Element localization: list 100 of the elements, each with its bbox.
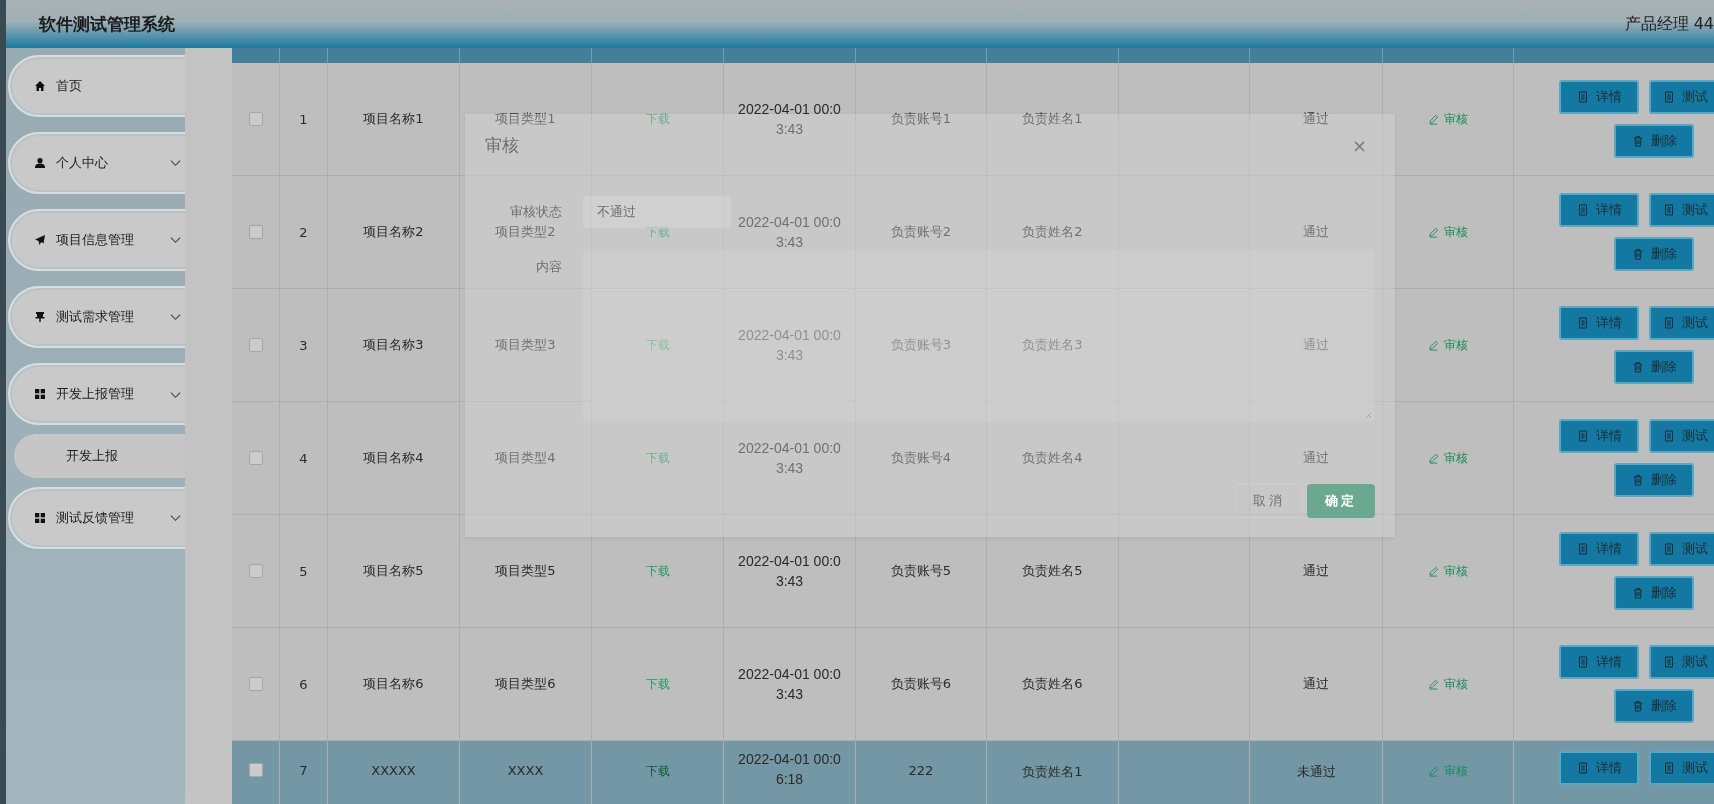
trash-icon [1631,361,1644,373]
table-cell: 通过 [1303,223,1329,241]
action-button[interactable]: 详情 [1559,419,1639,453]
pin-icon [34,311,46,323]
status-select[interactable]: 不通过 [582,195,732,229]
table-cell: 负责账号6 [890,675,952,693]
row-checkbox[interactable] [248,225,263,239]
row-checkbox[interactable] [248,677,263,691]
table-cell: 1 [299,111,308,127]
action-button[interactable]: 测试 [1649,419,1714,453]
table-cell: 项目名称2 [363,223,424,241]
table-cell: 5 [299,563,308,579]
user-role: 产品经理 44 [1624,13,1714,35]
dialog-title: 审核 [485,133,519,157]
menu-item[interactable]: 首页 [8,55,185,117]
pencil-icon [1428,226,1439,238]
action-button[interactable]: 测试 [1649,306,1714,340]
action-button[interactable]: 测试 [1649,80,1714,114]
document-icon [1663,204,1675,216]
review-link[interactable]: 审核 [1428,562,1468,580]
review-link[interactable]: 审核 [1428,675,1468,693]
pencil-icon [1428,766,1439,777]
trash-icon [1631,248,1644,260]
row-checkbox[interactable] [248,451,263,465]
table-row[interactable]: 5 项目名称5 项目类型5 下载 2022-04-01 00:03:43 负责账号5 负责姓名5 通过 审核 详情 测试 删除 [232,515,1714,628]
chevron-down-icon [170,391,181,399]
delete-button[interactable]: 删除 [1614,463,1694,497]
action-button[interactable]: 详情 [1559,645,1639,679]
table-cell: 通过 [1303,110,1329,128]
table-cell: 负责账号5 [890,562,952,580]
chevron-down-icon [170,236,181,244]
review-link[interactable]: 审核 [1428,110,1468,128]
review-link[interactable]: 审核 [1428,223,1468,241]
menu-item[interactable]: 开发上报管理 [8,363,185,425]
pencil-icon [1428,113,1439,125]
review-link[interactable]: 审核 [1428,449,1468,467]
review-link[interactable]: 审核 [1428,336,1468,354]
table-cell: 负责账号3 [890,336,952,354]
table-cell: 通过 [1303,336,1329,354]
action-button[interactable]: 详情 [1559,532,1639,566]
table-cell: 项目类型3 [495,336,556,354]
trash-icon [1631,587,1644,599]
trash-icon [1631,700,1644,712]
table-cell: 项目名称1 [363,110,424,128]
row-checkbox[interactable] [248,112,263,126]
document-icon [1663,317,1675,329]
delete-button[interactable]: 删除 [1614,124,1694,158]
action-button[interactable]: 详情 [1559,751,1639,785]
submenu-item[interactable]: 开发上报 [14,434,185,478]
action-button[interactable]: 详情 [1559,306,1639,340]
menu-item[interactable]: 测试反馈管理 [8,487,185,549]
grid-icon [34,512,46,524]
delete-button[interactable]: 删除 [1614,576,1694,610]
table-cell: 负责账号2 [890,223,952,241]
table-row[interactable]: 6 项目名称6 项目类型6 下载 2022-04-01 00:03:43 负责账号6 负责姓名6 通过 审核 详情 测试 删除 [232,628,1714,741]
delete-button[interactable]: 删除 [1614,350,1694,384]
row-checkbox[interactable] [248,338,263,352]
content-textarea[interactable] [582,250,1375,422]
table-cell-text: 2022-04-01 00:03:43 [737,665,842,704]
table-cell: 6 [299,676,308,692]
action-button[interactable]: 详情 [1559,80,1639,114]
download-link[interactable]: 下载 [645,763,670,780]
row-checkbox[interactable] [248,564,263,578]
menu-item[interactable]: 测试需求管理 [8,286,185,348]
delete-button[interactable]: 删除 [1614,689,1694,723]
table-cell: 项目类型4 [495,449,556,467]
table-row[interactable]: 7 XXXXX XXXX 下载 2022-04-01 00:06:18 222 负责姓名1 未通过 审核 详情 测试 [232,741,1714,804]
table-cell: 4 [299,450,308,466]
resize-grip-icon [1364,411,1372,419]
grid-icon [34,388,46,400]
menu-item[interactable]: 个人中心 [8,132,185,194]
confirm-button[interactable]: 确定 [1307,484,1375,518]
download-link[interactable]: 下载 [645,110,670,128]
download-link[interactable]: 下载 [645,449,670,467]
document-icon [1576,317,1589,329]
table-cell-text: 2022-04-01 00:03:43 [737,100,842,139]
close-button[interactable]: × [1351,134,1367,156]
table-cell: 通过 [1303,675,1329,693]
delete-button[interactable]: 删除 [1614,237,1694,271]
document-icon [1663,543,1675,555]
table-cell-text: 2022-04-01 00:03:43 [737,552,842,591]
field-label: 审核状态 [509,203,563,221]
menu-item[interactable]: 项目信息管理 [8,209,185,271]
action-button[interactable]: 测试 [1649,751,1714,785]
cancel-button[interactable]: 取消 [1235,484,1303,518]
table-cell: 通过 [1303,449,1329,467]
document-icon [1576,656,1589,668]
download-link[interactable]: 下载 [645,562,670,580]
action-button[interactable]: 测试 [1649,193,1714,227]
table-cell: 项目名称4 [363,449,424,467]
user-icon [34,157,46,169]
app-title: 软件测试管理系统 [39,12,175,36]
download-link[interactable]: 下载 [645,675,670,693]
action-button[interactable]: 测试 [1649,645,1714,679]
row-checkbox[interactable] [248,763,263,777]
table-cell-text: 2022-04-01 00:03:43 [737,326,842,365]
action-button[interactable]: 详情 [1559,193,1639,227]
action-button[interactable]: 测试 [1649,532,1714,566]
document-icon [1576,762,1589,774]
table-cell: 负责姓名1 [1022,763,1083,781]
